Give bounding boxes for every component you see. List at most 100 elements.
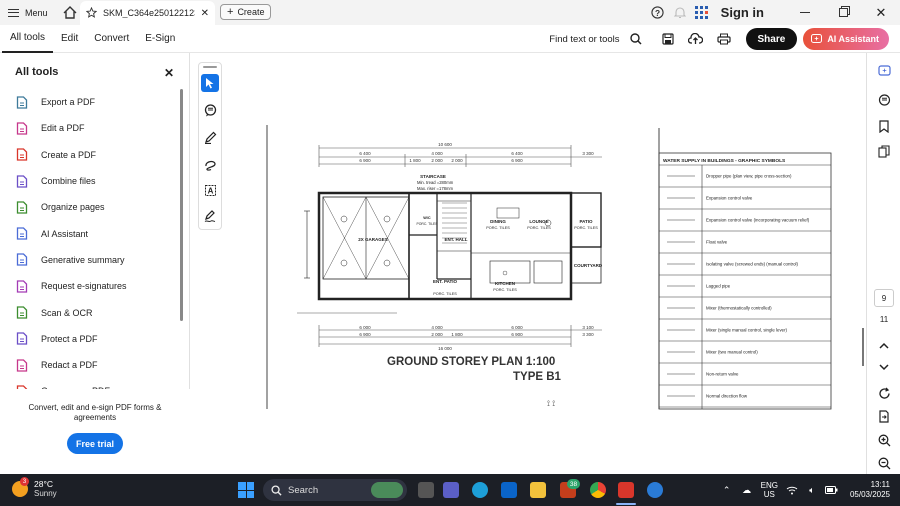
close-window-button[interactable]: ✕ <box>862 0 900 25</box>
zoom-in-icon[interactable] <box>877 433 891 447</box>
panel-scrollbar[interactable] <box>180 89 183 321</box>
apps-grid-icon[interactable] <box>691 0 713 25</box>
tab-edit[interactable]: Edit <box>53 25 86 53</box>
dim-label: 4 000 <box>431 151 443 156</box>
tool-item[interactable]: Export a PDF <box>15 89 180 115</box>
battery-icon[interactable] <box>822 474 842 506</box>
weather-widget[interactable]: 3 28°C Sunny <box>12 477 57 499</box>
find-text-label[interactable]: Find text or tools <box>549 34 625 45</box>
document-tab[interactable]: SKM_C364e2501221232... ✕ <box>80 1 215 25</box>
patio-label: PATIO <box>579 219 593 224</box>
upload-cloud-icon[interactable] <box>682 25 710 53</box>
minimize-button[interactable] <box>786 0 824 25</box>
top-dimension-labels: 10 600 6 400 4 000 6 400 3 300 6 900 1 8… <box>359 142 594 163</box>
system-clock[interactable]: 13:11 05/03/2025 <box>842 480 900 500</box>
tab-convert[interactable]: Convert <box>86 25 137 53</box>
document-scrollbar[interactable] <box>862 328 864 366</box>
edit-pdf-icon <box>15 121 29 135</box>
create-button[interactable]: + Create <box>220 4 272 20</box>
tool-item[interactable]: Create a PDF <box>15 142 180 168</box>
print-icon[interactable] <box>710 25 738 53</box>
drag-handle[interactable] <box>203 66 217 68</box>
tool-item[interactable]: Protect a PDF <box>15 326 180 352</box>
scan-ocr-icon <box>15 306 29 320</box>
page-down-icon[interactable] <box>877 360 891 374</box>
ai-assistant-button[interactable]: AI Assistant <box>803 28 889 50</box>
page-up-icon[interactable] <box>877 338 891 352</box>
dim-label: 2 000 <box>431 332 443 337</box>
close-panel-icon[interactable]: ✕ <box>164 66 174 80</box>
tool-item[interactable]: Organize pages <box>15 194 180 220</box>
save-icon[interactable] <box>654 25 682 53</box>
windows-start-icon[interactable] <box>238 482 254 498</box>
close-tab-icon[interactable]: ✕ <box>201 8 209 19</box>
star-icon[interactable] <box>85 6 98 20</box>
edge-icon[interactable] <box>472 482 488 498</box>
acrobat-icon[interactable] <box>618 482 634 498</box>
comment-panel-icon[interactable] <box>877 93 891 107</box>
language-indicator[interactable]: ENG US <box>757 481 782 499</box>
zoom-out-icon[interactable] <box>877 456 891 470</box>
organize-pages-icon <box>15 200 29 214</box>
share-button[interactable]: Share <box>745 28 798 50</box>
draw-freehand-icon[interactable] <box>201 155 219 173</box>
tool-item[interactable]: Edit a PDF <box>15 115 180 141</box>
legend-row-label: Non-return valve <box>706 372 739 377</box>
tab-esign[interactable]: E-Sign <box>137 25 183 53</box>
help-icon[interactable]: ? <box>647 0 669 25</box>
rotate-icon[interactable] <box>877 386 891 400</box>
dim-label: 6 900 <box>359 158 371 163</box>
file-explorer-icon[interactable] <box>530 482 546 498</box>
fill-sign-icon[interactable] <box>201 207 219 225</box>
comment-icon[interactable] <box>201 101 219 119</box>
bottom-dimension-labels: 6 000 4 000 6 000 3 100 3 300 6 900 2 00… <box>359 325 594 351</box>
current-page-input[interactable]: 9 <box>874 289 894 307</box>
weather-condition: Sunny <box>34 489 57 498</box>
search-icon[interactable] <box>626 25 646 53</box>
tool-item[interactable]: Request e-signatures <box>15 273 180 299</box>
dim-label: 3 300 <box>582 332 594 337</box>
chrome-icon[interactable] <box>590 482 606 498</box>
tool-item[interactable]: AI Assistant <box>15 220 180 246</box>
extract-page-icon[interactable] <box>877 409 891 423</box>
task-view-icon[interactable] <box>418 482 434 498</box>
wifi-icon[interactable] <box>782 474 802 506</box>
volume-icon[interactable]: 🔈︎ <box>802 474 822 506</box>
tab-all-tools[interactable]: All tools <box>2 25 54 53</box>
menu-label: Menu <box>25 7 48 18</box>
menu-button[interactable]: Menu <box>0 0 56 25</box>
main-toolbar: All tools Edit Convert E-Sign Find text … <box>0 25 900 53</box>
notification-bell-icon[interactable] <box>669 0 691 25</box>
dim-label: 1 800 <box>451 332 463 337</box>
combine-files-icon <box>15 174 29 188</box>
teams-icon[interactable] <box>443 482 459 498</box>
tool-item[interactable]: Combine files <box>15 168 180 194</box>
text-box-icon[interactable]: A <box>201 181 219 199</box>
tool-item[interactable]: Redact a PDF <box>15 352 180 378</box>
page-thumbnails-icon[interactable] <box>877 144 891 158</box>
svg-text:A: A <box>207 186 213 195</box>
bookmark-icon[interactable] <box>877 119 891 133</box>
select-cursor-icon[interactable] <box>201 74 219 92</box>
ai-chat-icon[interactable] <box>877 64 891 78</box>
tool-item[interactable]: Scan & OCR <box>15 299 180 325</box>
dim-label: 6 900 <box>511 332 523 337</box>
outlook-icon[interactable] <box>501 482 517 498</box>
cloud-icon[interactable]: ☁ <box>737 474 757 506</box>
dim-label: 2 000 <box>431 158 443 163</box>
tool-item-label: Organize pages <box>41 202 105 213</box>
garages-label: 2X GARAGES <box>358 237 388 242</box>
globe-app-icon[interactable] <box>647 482 663 498</box>
temperature: 28°C <box>34 479 53 489</box>
taskbar-search[interactable]: Search <box>263 479 407 501</box>
tool-item[interactable]: Compress a PDF <box>15 378 180 389</box>
pen-highlight-icon[interactable] <box>201 128 219 146</box>
legend-title: WATER SUPPLY IN BUILDINGS - GRAPHIC SYMB… <box>663 158 786 164</box>
chevron-up-icon[interactable]: ⌃ <box>717 474 737 506</box>
tool-item[interactable]: Generative summary <box>15 247 180 273</box>
plus-icon: + <box>227 6 234 18</box>
free-trial-button[interactable]: Free trial <box>67 433 123 454</box>
tool-item-label: Redact a PDF <box>41 360 98 371</box>
restore-button[interactable] <box>824 0 862 25</box>
sign-in-button[interactable]: Sign in <box>713 5 786 20</box>
